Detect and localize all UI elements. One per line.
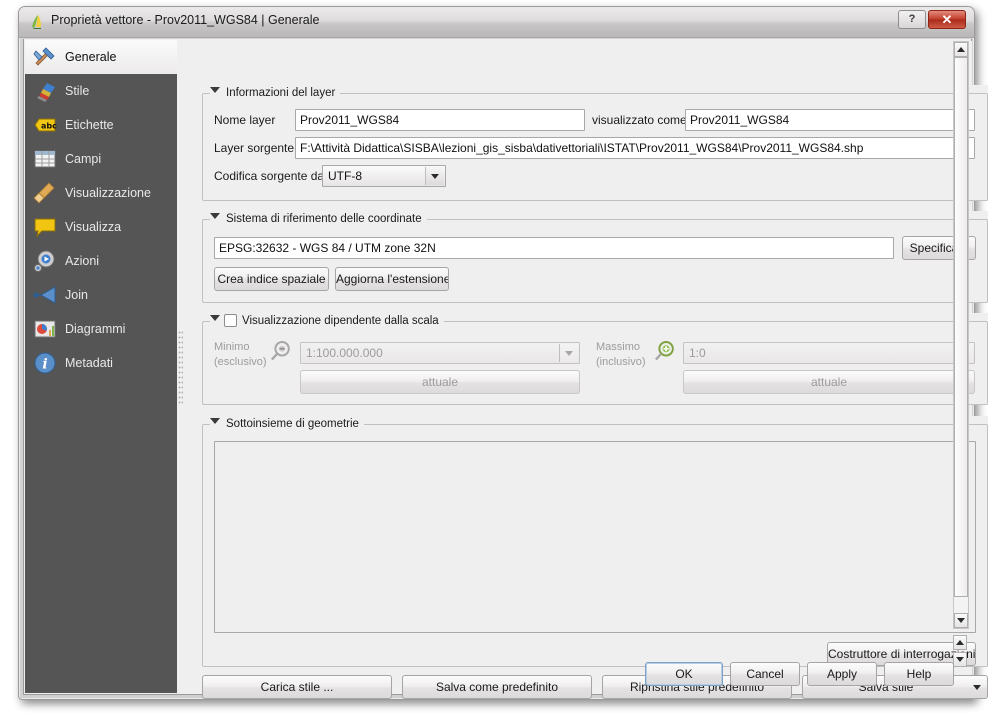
diagram-chart-icon (34, 320, 56, 338)
dialog-body: Generale Stile abc Etichette Campi Visua… (23, 39, 988, 699)
scale-visibility-checkbox[interactable] (224, 314, 237, 327)
geometry-subset-group: Sottoinsieme di geometrie Costruttore di… (202, 416, 988, 667)
crs-group: Sistema di riferimento delle coordinate … (202, 211, 988, 303)
chevron-down-icon[interactable] (210, 87, 220, 93)
help-button[interactable]: Help (884, 662, 954, 686)
content-scrollbar[interactable] (953, 41, 969, 629)
group-title: Sottoinsieme di geometrie (210, 416, 364, 432)
chevron-down-icon (559, 344, 578, 362)
crs-input[interactable]: EPSG:32632 - WGS 84 / UTM zone 32N (214, 237, 894, 259)
group-title: Informazioni del layer (210, 85, 341, 101)
max-scale-label-line2: (inclusivo) (596, 356, 646, 368)
svg-text:i: i (42, 357, 47, 373)
qgis-layer-icon (32, 15, 41, 29)
sidebar-item-label: Etichette (65, 118, 114, 132)
max-scale-label-line1: Massimo (596, 341, 641, 353)
scroll-up-arrow[interactable] (954, 42, 968, 57)
close-icon[interactable]: ✕ (928, 10, 966, 29)
layer-source-input[interactable]: F:\Attività Didattica\SISBA\lezioni_gis_… (295, 137, 975, 159)
sidebar-item-azioni[interactable]: Azioni (25, 244, 177, 278)
cancel-button[interactable]: Cancel (730, 662, 800, 686)
layer-info-group: Informazioni del layer Nome layer Prov20… (202, 85, 988, 201)
broom-render-icon (33, 182, 55, 204)
sidebar-item-metadati[interactable]: i Metadati (25, 346, 177, 380)
paintbrush-icon (37, 83, 55, 102)
window-title: Proprietà vettore - Prov2011_WGS84 | Gen… (51, 13, 320, 27)
title-bar[interactable]: Proprietà vettore - Prov2011_WGS84 | Gen… (19, 7, 974, 38)
chevron-down-icon[interactable] (210, 315, 220, 321)
min-scale-label-line1: Minimo (214, 341, 250, 353)
sidebar-item-label: Visualizzazione (65, 186, 151, 200)
sidebar-item-visualizzazione[interactable]: Visualizzazione (25, 176, 177, 210)
sidebar-item-label: Visualizza (65, 220, 122, 234)
chevron-down-icon (425, 167, 444, 185)
sidebar-item-join[interactable]: Join (25, 278, 177, 312)
geometry-subset-textarea[interactable] (214, 441, 976, 633)
group-title: Sistema di riferimento delle coordinate (210, 211, 427, 227)
sidebar-item-campi[interactable]: Campi (25, 142, 177, 176)
max-scale-select[interactable]: 1:0 (683, 342, 975, 364)
encoding-select[interactable]: UTF-8 (322, 165, 446, 187)
scroll-down-arrow[interactable] (954, 613, 968, 628)
table-fields-icon (34, 150, 56, 168)
group-title: Visualizzazione dipendente dalla scala (210, 313, 444, 329)
scale-visibility-group: Visualizzazione dipendente dalla scala M… (202, 313, 988, 405)
gear-play-icon (34, 250, 55, 272)
update-extent-button[interactable]: Aggiorna l'estensione (335, 267, 449, 291)
sidebar-item-diagrammi[interactable]: Diagrammi (25, 312, 177, 346)
speech-bubble-icon (34, 218, 56, 238)
sidebar-item-label: Join (65, 288, 88, 302)
encoding-value: UTF-8 (328, 169, 362, 183)
create-spatial-index-button[interactable]: Crea indice spaziale (214, 267, 329, 291)
layer-name-input[interactable]: Prov2011_WGS84 (295, 109, 585, 131)
sidebar-item-etichette[interactable]: abc Etichette (25, 108, 177, 142)
tools-hammer-icon (33, 47, 55, 66)
splitter-grip (178, 330, 183, 404)
chevron-down-icon[interactable] (210, 418, 220, 424)
info-circle-icon: i (34, 352, 56, 374)
layer-source-label: Layer sorgente (214, 141, 295, 155)
sidebar-item-label: Stile (65, 84, 90, 98)
sidebar-item-generale[interactable]: Generale (25, 40, 177, 74)
abc-label-icon: abc (34, 118, 57, 132)
min-scale-current-button[interactable]: attuale (300, 370, 580, 394)
max-scale-value: 1:0 (689, 346, 706, 360)
chevron-down-icon (973, 685, 981, 690)
min-scale-value: 1:100.000.000 (306, 346, 383, 360)
sidebar-splitter[interactable] (177, 40, 184, 693)
titlebar-help-button[interactable]: ? (898, 10, 926, 29)
min-scale-select[interactable]: 1:100.000.000 (300, 342, 580, 364)
layer-name-label: Nome layer (214, 113, 276, 127)
magnifier-minus-icon[interactable] (268, 339, 294, 365)
displayed-as-input[interactable]: Prov2011_WGS84 (685, 109, 975, 131)
scrollbar-thumb[interactable] (954, 57, 968, 597)
apply-button[interactable]: Apply (807, 662, 877, 686)
sidebar-item-label: Azioni (65, 254, 100, 268)
encoding-label: Codifica sorgente dati (214, 169, 331, 183)
sidebar-item-label: Metadati (65, 356, 113, 370)
sidebar-item-label: Generale (65, 50, 117, 64)
magnifier-plus-icon[interactable] (652, 339, 678, 365)
sidebar-item-label: Campi (65, 152, 102, 166)
sidebar-item-label: Diagrammi (65, 322, 126, 336)
dialog-button-box: OK Cancel Apply Help (24, 660, 973, 690)
sidebar-item-visualizza[interactable]: Visualizza (25, 210, 177, 244)
max-scale-current-button[interactable]: attuale (683, 370, 975, 394)
sidebar: Generale Stile abc Etichette Campi Visua… (25, 40, 177, 693)
scroll-up-arrow-small[interactable] (953, 635, 967, 650)
chevron-down-icon[interactable] (210, 213, 220, 219)
sidebar-item-stile[interactable]: Stile (25, 74, 177, 108)
svg-text:abc: abc (41, 122, 57, 131)
displayed-as-label: visualizzato come (592, 113, 687, 127)
min-scale-label-line2: (esclusivo) (214, 356, 267, 368)
ok-button[interactable]: OK (645, 662, 723, 686)
join-arrow-icon (33, 286, 56, 304)
general-tab-content: Informazioni del layer Nome layer Prov20… (184, 41, 988, 699)
vector-properties-dialog: Proprietà vettore - Prov2011_WGS84 | Gen… (18, 6, 988, 700)
